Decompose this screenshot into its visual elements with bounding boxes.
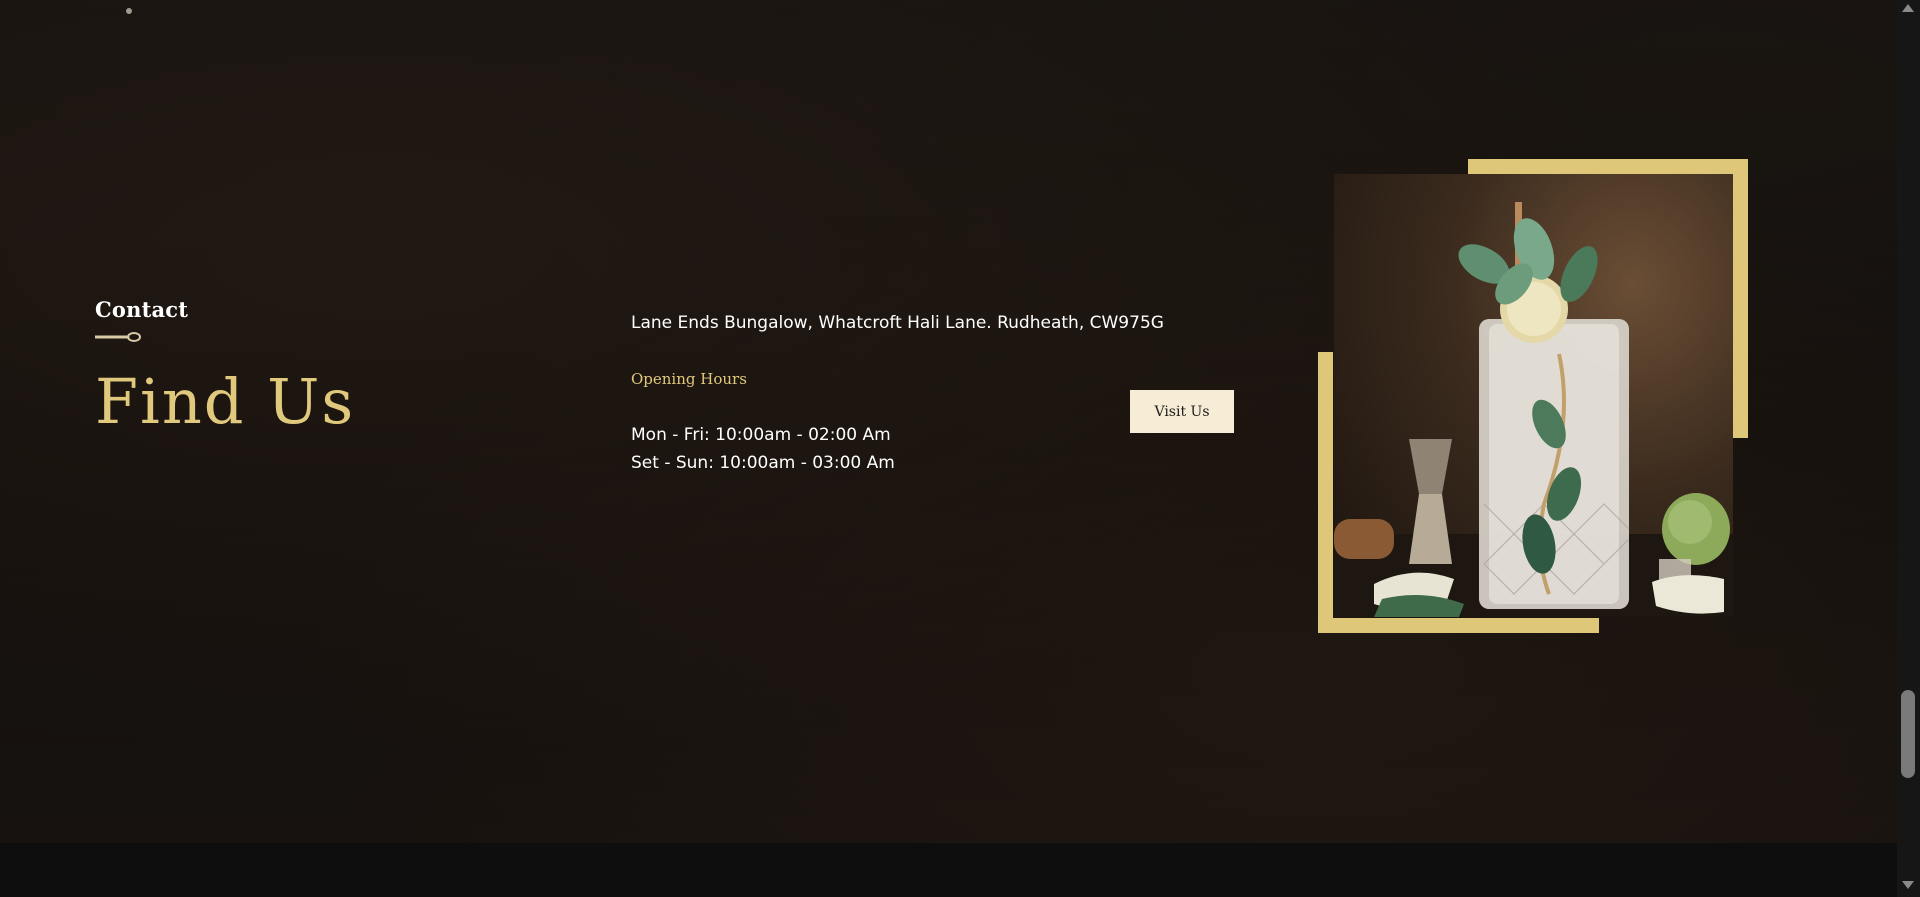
opening-hours-heading: Opening Hours — [631, 370, 747, 388]
mojito-cocktail-image — [1334, 174, 1733, 617]
hours-weekday: Mon - Fri: 10:00am - 02:00 Am — [631, 425, 891, 445]
page-scrollbar[interactable] — [1897, 0, 1920, 897]
scroll-down-icon[interactable] — [1902, 881, 1914, 889]
section-eyebrow: Contact — [95, 297, 189, 322]
image-frame-bottom — [1318, 618, 1599, 633]
scroll-up-icon[interactable] — [1902, 4, 1914, 12]
footer-strip — [0, 843, 1897, 897]
address-text: Lane Ends Bungalow, Whatcroft Hali Lane.… — [631, 313, 1164, 333]
contact-section: Contact Find Us Lane Ends Bungalow, What… — [0, 0, 1897, 843]
scrollbar-thumb[interactable] — [1901, 690, 1915, 778]
section-title: Find Us — [95, 365, 356, 438]
page: Contact Find Us Lane Ends Bungalow, What… — [0, 0, 1920, 897]
image-frame-top — [1468, 159, 1747, 174]
visit-us-button[interactable]: Visit Us — [1130, 390, 1234, 433]
image-frame-right — [1733, 159, 1748, 438]
image-frame-left — [1318, 352, 1333, 633]
hours-weekend: Set - Sun: 10:00am - 03:00 Am — [631, 453, 895, 473]
spoon-icon — [95, 332, 141, 342]
decorative-dot — [126, 8, 132, 14]
